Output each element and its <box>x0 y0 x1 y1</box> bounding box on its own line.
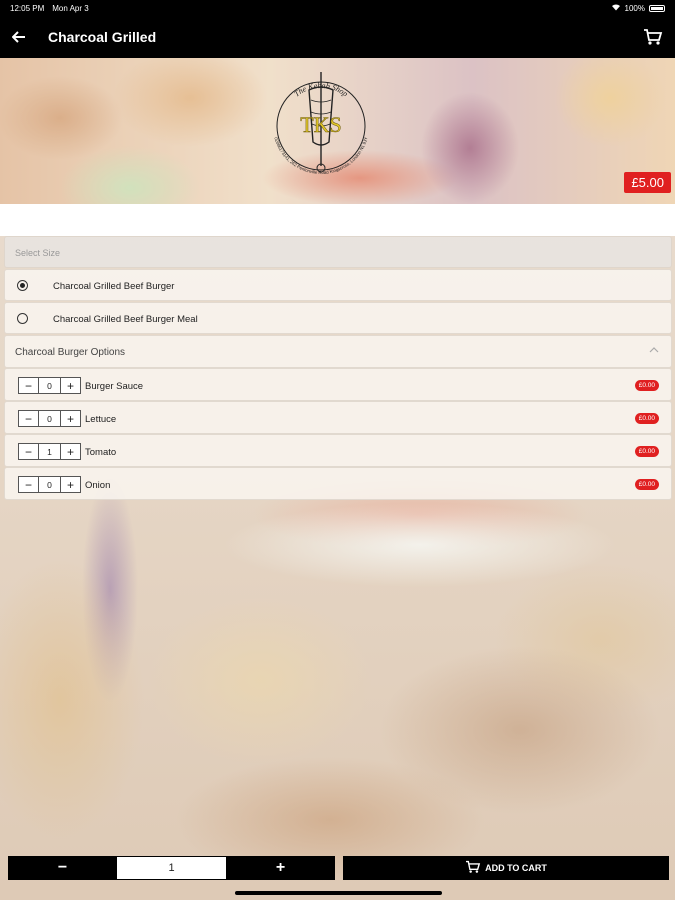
size-section-title: Select Size <box>15 248 61 258</box>
option-price-badge: £0.00 <box>634 413 659 424</box>
option-name: Onion <box>85 480 111 491</box>
minus-icon[interactable]: − <box>19 444 38 459</box>
radio-selected-icon[interactable] <box>17 280 28 291</box>
quantity-stepper: − 0 + <box>18 476 81 493</box>
plus-icon[interactable]: + <box>61 444 80 459</box>
options-section-title: Charcoal Burger Options <box>15 347 126 358</box>
increase-quantity-button[interactable]: + <box>226 856 335 880</box>
option-name: Tomato <box>85 447 117 458</box>
decrease-quantity-button[interactable]: − <box>8 856 117 880</box>
size-option-label: Charcoal Grilled Beef Burger Meal <box>53 314 198 325</box>
radio-unselected-icon[interactable] <box>17 313 28 324</box>
quantity-value[interactable]: 1 <box>117 856 226 880</box>
cart-icon[interactable] <box>643 28 663 46</box>
status-bar: 12:05 PM Mon Apr 3 100% <box>0 0 675 16</box>
cart-icon <box>465 860 481 876</box>
quantity-stepper: − 1 + <box>18 443 81 460</box>
home-indicator[interactable] <box>235 891 442 895</box>
option-row-burger-sauce: − 0 + Burger Sauce £0.00 <box>4 368 672 401</box>
option-row-onion: − 0 + Onion £0.00 <box>4 467 672 500</box>
battery-icon <box>649 4 665 12</box>
option-price-badge: £0.00 <box>634 380 659 391</box>
quantity-stepper: − 0 + <box>18 410 81 427</box>
price-badge: £5.00 <box>624 172 671 193</box>
stepper-value[interactable]: 0 <box>38 378 61 393</box>
page-title: Charcoal Grilled <box>48 29 157 45</box>
logo-initials: TKS <box>300 112 342 137</box>
option-name: Burger Sauce <box>85 381 144 392</box>
stepper-value[interactable]: 0 <box>38 477 61 492</box>
battery-percent: 100% <box>624 3 645 13</box>
arrow-left-icon[interactable] <box>11 27 36 48</box>
option-price-badge: £0.00 <box>634 479 659 490</box>
nav-bar: Charcoal Grilled <box>0 16 675 58</box>
plus-icon[interactable]: + <box>61 411 80 426</box>
plus-icon[interactable]: + <box>61 378 80 393</box>
chevron-up-icon[interactable] <box>649 345 659 356</box>
options-section-header[interactable]: Charcoal Burger Options <box>4 335 672 368</box>
bottom-quantity-stepper: − 1 + <box>8 856 335 880</box>
plus-icon[interactable]: + <box>61 477 80 492</box>
add-to-cart-label: ADD TO CART <box>485 863 547 873</box>
option-price-badge: £0.00 <box>634 446 659 457</box>
add-to-cart-button[interactable]: ADD TO CART <box>343 856 669 880</box>
status-time: 12:05 PM <box>10 3 45 13</box>
wifi-icon <box>611 3 621 13</box>
stepper-value[interactable]: 1 <box>38 444 61 459</box>
quantity-stepper: − 0 + <box>18 377 81 394</box>
option-name: Lettuce <box>85 414 117 425</box>
shop-logo: TKS The Kebab Shop 02086173141, 262 Pent… <box>273 72 369 175</box>
minus-icon[interactable]: − <box>19 411 38 426</box>
size-option-label: Charcoal Grilled Beef Burger <box>53 281 175 292</box>
minus-icon[interactable]: − <box>19 477 38 492</box>
size-option-beef-burger[interactable]: Charcoal Grilled Beef Burger <box>4 269 672 301</box>
minus-icon[interactable]: − <box>19 378 38 393</box>
hero-image: TKS The Kebab Shop 02086173141, 262 Pent… <box>0 58 675 204</box>
spacer <box>0 204 675 236</box>
size-section-header: Select Size <box>4 236 672 268</box>
option-row-tomato: − 1 + Tomato £0.00 <box>4 434 672 467</box>
status-date: Mon Apr 3 <box>52 3 89 13</box>
stepper-value[interactable]: 0 <box>38 411 61 426</box>
size-option-beef-burger-meal[interactable]: Charcoal Grilled Beef Burger Meal <box>4 302 672 334</box>
option-row-lettuce: − 0 + Lettuce £0.00 <box>4 401 672 434</box>
